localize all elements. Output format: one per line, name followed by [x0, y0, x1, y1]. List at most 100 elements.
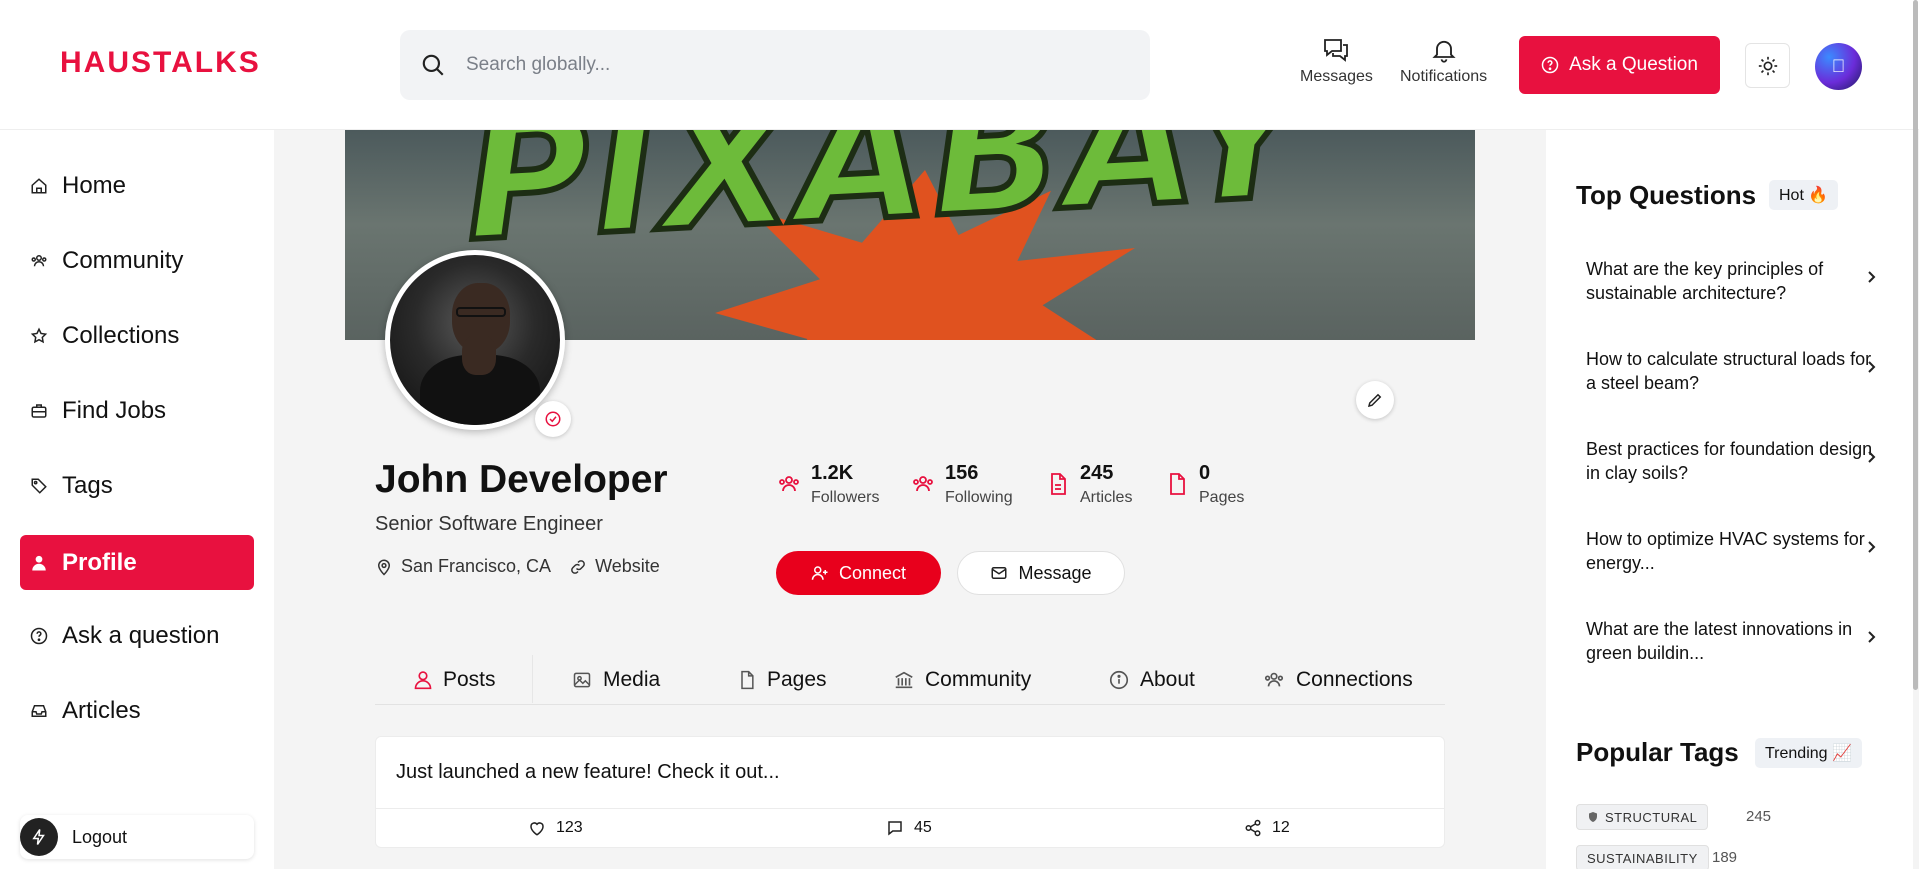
following-icon	[913, 476, 933, 492]
shield-icon	[1589, 812, 1597, 822]
question-item[interactable]: Best practices for foundation design in …	[1586, 437, 1876, 485]
heart-icon	[530, 822, 544, 836]
question-item[interactable]: How to calculate structural loads for a …	[1586, 347, 1876, 395]
sidebar-item-home[interactable]: Home	[20, 158, 254, 213]
search-input[interactable]	[466, 54, 1106, 76]
ask-question-button[interactable]: Ask a Question	[1519, 36, 1720, 94]
top-questions-title: Top Questions	[1576, 180, 1757, 210]
bolt-icon	[20, 818, 58, 856]
sidebar-item-tags[interactable]: Tags	[20, 458, 254, 513]
like-count: 123	[556, 819, 583, 836]
followers-icon	[779, 476, 799, 492]
theme-toggle-button[interactable]	[1745, 43, 1790, 88]
apple-icon: 	[1832, 56, 1846, 77]
message-button[interactable]: Message	[957, 551, 1125, 595]
star-icon	[30, 327, 48, 343]
scrollbar[interactable]	[1913, 0, 1918, 690]
question-item[interactable]: How to optimize HVAC systems for energy.…	[1586, 527, 1876, 575]
tab-pages[interactable]: Pages	[737, 655, 827, 705]
post-text: Just launched a new feature! Check it ou…	[396, 761, 780, 783]
hot-badge: Hot 🔥	[1769, 180, 1839, 210]
stat-articles[interactable]: 245 Articles	[1046, 462, 1132, 507]
share-count: 12	[1272, 819, 1290, 836]
logout-button[interactable]: Logout	[20, 815, 254, 859]
location-pin-icon	[377, 559, 391, 576]
share-button[interactable]: 12	[1244, 819, 1290, 837]
tab-label: Connections	[1296, 668, 1413, 691]
avatar-glasses	[456, 307, 506, 317]
tab-label: Media	[603, 668, 661, 691]
document-icon	[1051, 473, 1066, 495]
avatar-hand	[462, 335, 496, 375]
stat-followers[interactable]: 1.2K Followers	[777, 462, 879, 507]
sidebar-item-profile[interactable]: Profile	[20, 535, 254, 590]
stat-value: 245	[1080, 462, 1114, 484]
profile-meta: San Francisco, CA Website	[375, 556, 660, 577]
sidebar-item-label: Ask a question	[62, 621, 220, 649]
edit-profile-button[interactable]	[1356, 381, 1394, 419]
stat-label: Following	[945, 489, 1013, 506]
chevron-right-icon	[1868, 361, 1876, 373]
stat-pages[interactable]: 0 Pages	[1165, 462, 1244, 507]
connect-button[interactable]: Connect	[776, 551, 941, 595]
tag-pill[interactable]: SUSTAINABILITY	[1576, 845, 1709, 869]
sidebar-item-articles[interactable]: Articles	[20, 683, 254, 738]
popular-tags-title: Popular Tags	[1576, 737, 1739, 767]
question-circle-icon	[1541, 56, 1559, 74]
chevron-right-icon	[1868, 451, 1876, 463]
tab-divider	[532, 655, 533, 703]
stat-value: 1.2K	[811, 462, 854, 484]
tab-label: Pages	[767, 668, 827, 691]
link-icon	[571, 559, 585, 574]
tab-community[interactable]: Community	[893, 655, 1031, 705]
chevron-right-icon	[1868, 271, 1876, 283]
stat-value: 0	[1199, 462, 1211, 484]
search-icon	[422, 54, 444, 76]
like-button[interactable]: 123	[528, 819, 583, 837]
tab-posts[interactable]: Posts	[413, 655, 496, 705]
notifications-button[interactable]: Notifications	[1400, 36, 1487, 86]
question-item[interactable]: What are the key principles of sustainab…	[1586, 257, 1876, 305]
profile-website-link[interactable]: Website	[595, 556, 660, 577]
profile-name: John Developer	[375, 458, 668, 501]
sidebar-item-label: Community	[62, 246, 184, 274]
comment-count: 45	[914, 819, 932, 836]
tab-media[interactable]: Media	[571, 655, 660, 705]
pencil-icon	[1367, 393, 1382, 408]
tag-name: SUSTAINABILITY	[1587, 850, 1698, 866]
tab-about[interactable]: About	[1108, 655, 1195, 705]
file-icon	[1170, 473, 1185, 495]
messages-label: Messages	[1300, 68, 1373, 85]
search-bar[interactable]	[400, 30, 1150, 100]
briefcase-icon	[31, 403, 47, 418]
user-icon	[32, 555, 46, 570]
sidebar-item-ask-question[interactable]: Ask a question	[20, 608, 254, 663]
comment-icon	[888, 821, 902, 836]
stat-label: Articles	[1080, 489, 1133, 506]
sun-icon	[1758, 56, 1777, 75]
file-outline-icon	[741, 670, 754, 690]
profile-avatar	[385, 250, 565, 430]
home-icon	[31, 177, 47, 193]
user-avatar[interactable]: 	[1815, 43, 1862, 90]
sidebar-item-collections[interactable]: Collections	[20, 308, 254, 363]
tag-pill[interactable]: STRUCTURAL	[1576, 804, 1709, 830]
tag-name: STRUCTURAL	[1605, 809, 1698, 825]
comment-button[interactable]: 45	[886, 819, 932, 837]
stat-following[interactable]: 156 Following	[911, 462, 1013, 507]
sidebar-item-label: Articles	[62, 696, 141, 724]
messages-button[interactable]: Messages	[1300, 36, 1373, 86]
profile-tabs: Posts Media Pages Community About Connec…	[375, 655, 1445, 705]
ask-question-label: Ask a Question	[1569, 54, 1698, 75]
tab-label: About	[1140, 668, 1195, 691]
add-user-icon	[811, 566, 828, 580]
sidebar-item-community[interactable]: Community	[20, 233, 254, 288]
app-logo[interactable]: HAUSTALKS	[60, 46, 261, 80]
chevron-right-icon	[1868, 631, 1876, 643]
sidebar-item-find-jobs[interactable]: Find Jobs	[20, 383, 254, 438]
question-item[interactable]: What are the latest innovations in green…	[1586, 617, 1876, 665]
mail-icon	[991, 567, 1007, 579]
tab-connections[interactable]: Connections	[1262, 655, 1413, 705]
post-separator	[376, 808, 1444, 809]
profile-location: San Francisco, CA	[401, 556, 552, 576]
